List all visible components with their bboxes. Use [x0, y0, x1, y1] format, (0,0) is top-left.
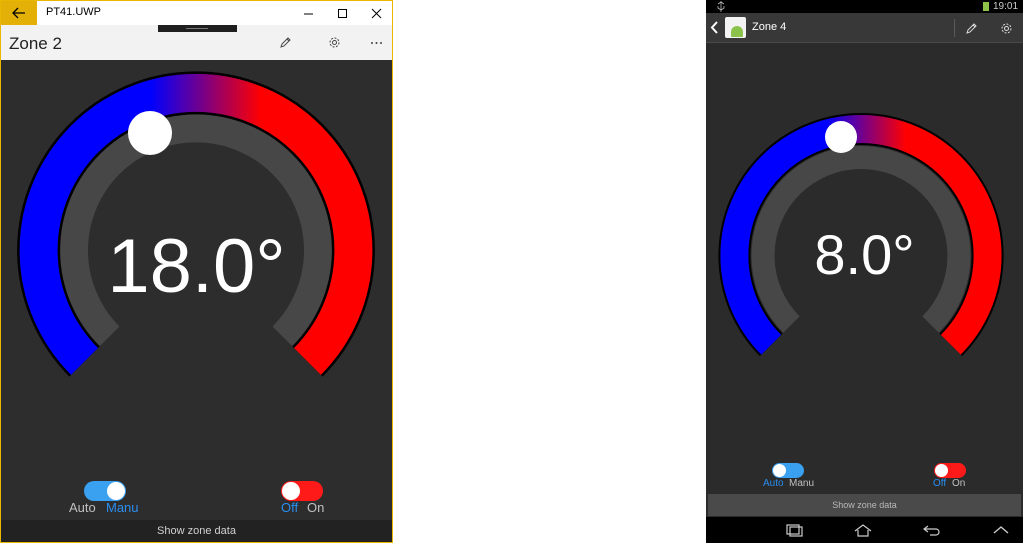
pencil-icon: [279, 36, 291, 48]
temperature-readout: 18.0°: [107, 224, 286, 309]
android-screen: 19:01 Zone 4 8.0° Auto Manu Off On Show …: [706, 0, 1023, 543]
show-zone-data-button[interactable]: Show zone data: [1, 520, 392, 542]
zone-title: Zone 4: [752, 21, 787, 33]
minimize-button[interactable]: [291, 1, 325, 25]
action-divider: [954, 19, 955, 37]
power-toggle[interactable]: [934, 463, 966, 478]
action-bar: Zone 4: [706, 13, 1023, 43]
close-icon: [371, 8, 381, 18]
up-button[interactable]: [990, 522, 1012, 538]
more-button[interactable]: [368, 34, 384, 50]
mode-toggle[interactable]: [772, 463, 804, 478]
power-on-label: On: [952, 478, 966, 489]
thermostat-dial[interactable]: [706, 43, 1023, 383]
power-off-label: Off: [933, 478, 947, 489]
command-bar: Zone 2: [1, 25, 392, 60]
arrow-left-icon: [12, 7, 25, 19]
pencil-icon: [965, 22, 977, 34]
power-on-label: On: [307, 500, 325, 515]
home-button[interactable]: [852, 522, 874, 538]
home-icon: [854, 524, 872, 537]
toggle-knob: [773, 464, 786, 477]
chevron-up-icon: [993, 526, 1009, 534]
mode-auto-label: Auto: [69, 500, 96, 515]
mode-manu-label: Manu: [789, 478, 815, 489]
close-button[interactable]: [359, 1, 392, 25]
recents-icon: [786, 524, 803, 537]
window-title: PT41.UWP: [46, 6, 102, 18]
toggle-knob: [282, 482, 300, 500]
mode-manu-label: Manu: [106, 500, 139, 515]
app-logo: [725, 17, 746, 38]
back-nav-button[interactable]: [921, 522, 943, 538]
settings-button[interactable]: [326, 34, 342, 50]
drag-handle[interactable]: [158, 25, 237, 32]
usb-icon: [717, 1, 725, 12]
edit-button[interactable]: [963, 20, 979, 36]
maximize-button[interactable]: [325, 1, 359, 25]
chevron-left-icon[interactable]: [710, 21, 719, 34]
uwp-window: PT41.UWP Zone 2 18.0° Auto Manu Off On S…: [0, 0, 393, 543]
mode-toggle[interactable]: [84, 481, 126, 501]
back-icon: [923, 525, 940, 536]
gear-icon: [329, 37, 339, 47]
toggle-knob: [935, 464, 948, 477]
maximize-icon: [337, 8, 347, 18]
gear-icon: [1001, 23, 1011, 33]
temperature-readout: 8.0°: [814, 223, 915, 286]
mode-auto-label: Auto: [763, 478, 784, 489]
edit-button[interactable]: [277, 34, 293, 50]
status-bar: 19:01: [706, 0, 1023, 13]
more-icon: [370, 41, 382, 44]
uwp-title-bar: PT41.UWP: [1, 1, 392, 25]
back-button[interactable]: [1, 1, 37, 25]
battery-icon: [983, 2, 989, 11]
power-off-label: Off: [281, 500, 299, 515]
dial-knob[interactable]: [128, 111, 172, 155]
settings-button[interactable]: [998, 20, 1014, 36]
dial-knob[interactable]: [825, 121, 857, 153]
screenshot-stage: PT41.UWP Zone 2 18.0° Auto Manu Off On S…: [0, 0, 1023, 543]
power-toggle[interactable]: [281, 481, 323, 501]
show-zone-data-button[interactable]: Show zone data: [708, 494, 1021, 516]
status-time: 19:01: [993, 1, 1019, 12]
navigation-bar: [706, 517, 1023, 543]
toggle-knob: [107, 482, 125, 500]
zone-title: Zone 2: [9, 34, 62, 53]
recents-button[interactable]: [783, 522, 805, 538]
minimize-icon: [303, 13, 313, 14]
